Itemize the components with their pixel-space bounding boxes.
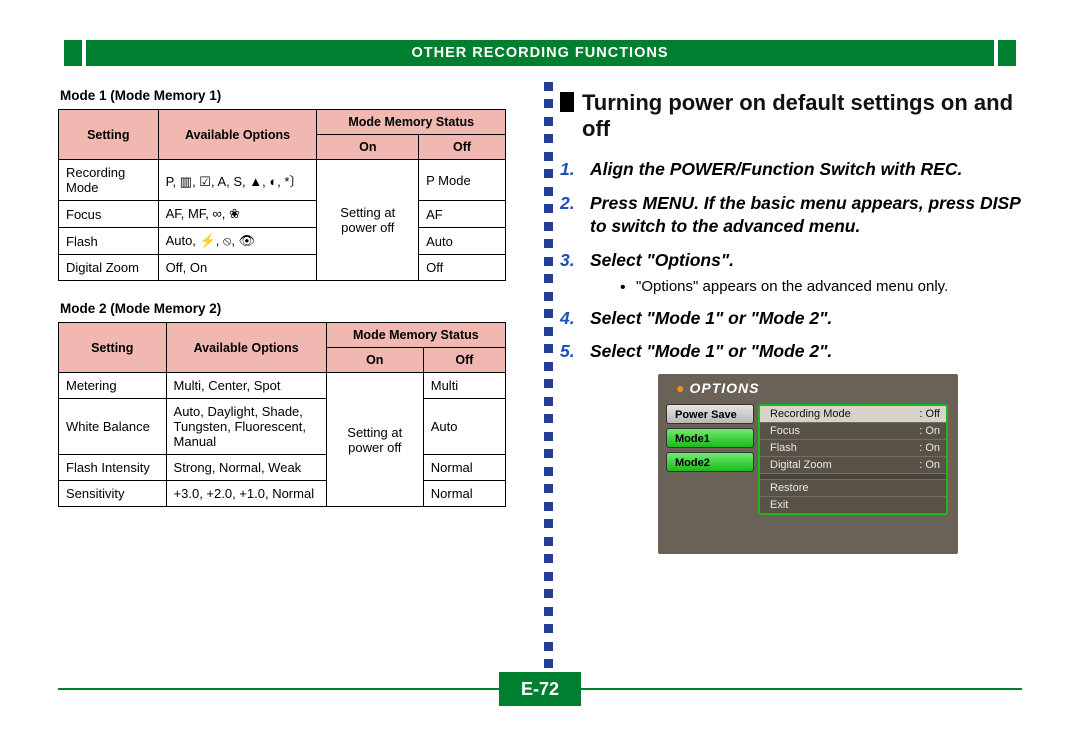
table-mode2: Setting Available Options Mode Memory St… [58, 322, 506, 507]
table-row: Metering Multi, Center, Spot Setting at … [59, 373, 506, 399]
screenshot-title: ●OPTIONS [676, 380, 759, 396]
table-row: Recording Mode P, ▥, ☑, A, S, ▲, ◐, *〕 S… [59, 160, 506, 201]
step-item: Select "Mode 1" or "Mode 2". [560, 340, 1022, 364]
page-number: E-72 [499, 672, 581, 706]
header-bar: OTHER RECORDING FUNCTIONS [64, 40, 1016, 66]
th-off: Off [419, 135, 506, 160]
th-on: On [326, 348, 423, 373]
th-options: Available Options [158, 110, 317, 160]
footer-rule-left [58, 688, 510, 690]
th-on: On [317, 135, 419, 160]
table-row: White Balance Auto, Daylight, Shade, Tun… [59, 399, 506, 455]
panel-row: Digital Zoom : On [760, 457, 946, 474]
manual-page: OTHER RECORDING FUNCTIONS Mode 1 (Mode M… [0, 0, 1080, 730]
table-row: Sensitivity +3.0, +2.0, +1.0, Normal Nor… [59, 481, 506, 507]
step-item: Select "Mode 1" or "Mode 2". [560, 307, 1022, 331]
table2-caption: Mode 2 (Mode Memory 2) [60, 301, 518, 316]
panel-row: Flash : On [760, 440, 946, 457]
step-text: Select "Mode 1" or "Mode 2". [590, 308, 832, 328]
on-merged-cell: Setting at power off [317, 160, 419, 281]
screenshot-panel: Recording Mode : Off Focus : On Flash : … [758, 404, 948, 515]
header-title: OTHER RECORDING FUNCTIONS [86, 40, 994, 66]
step-item: Align the POWER/Function Switch with REC… [560, 158, 1022, 182]
table1-caption: Mode 1 (Mode Memory 1) [60, 88, 518, 103]
step-text: Select "Options". [590, 250, 734, 270]
th-setting: Setting [59, 323, 167, 373]
step-sublist: "Options" appears on the advanced menu o… [620, 277, 1022, 297]
step-item: Select "Options". "Options" appears on t… [560, 249, 1022, 297]
panel-row: Focus : On [760, 423, 946, 440]
th-setting: Setting [59, 110, 159, 160]
th-off: Off [423, 348, 505, 373]
header-accent-right [998, 40, 1016, 66]
left-column: Mode 1 (Mode Memory 1) Setting Available… [58, 88, 518, 656]
content-columns: Mode 1 (Mode Memory 1) Setting Available… [58, 88, 1022, 656]
table-row: Digital Zoom Off, On Off [59, 255, 506, 281]
tab-mode2: Mode2 [666, 452, 754, 472]
step-text: Align the POWER/Function Switch with REC… [590, 159, 962, 179]
table-mode1: Setting Available Options Mode Memory St… [58, 109, 506, 281]
column-divider [544, 82, 554, 668]
th-status: Mode Memory Status [326, 323, 505, 348]
on-merged-cell: Setting at power off [326, 373, 423, 507]
th-status: Mode Memory Status [317, 110, 506, 135]
right-column: Turning power on default settings on and… [518, 88, 1022, 656]
step-text: Press MENU. If the basic menu appears, p… [590, 193, 1020, 237]
screenshot-tabs: Power Save Mode1 Mode2 [666, 404, 754, 476]
header-accent-left [64, 40, 82, 66]
section-title: Turning power on default settings on and… [560, 90, 1022, 142]
table-row: Flash Auto, ⚡, ⦸, 👁 Auto [59, 228, 506, 255]
steps-list: Align the POWER/Function Switch with REC… [560, 158, 1022, 364]
step-item: Press MENU. If the basic menu appears, p… [560, 192, 1022, 239]
camera-screenshot: ●OPTIONS Power Save Mode1 Mode2 Recordin… [658, 374, 958, 554]
th-options: Available Options [166, 323, 326, 373]
tab-power-save: Power Save [666, 404, 754, 424]
table-row: Flash Intensity Strong, Normal, Weak Nor… [59, 455, 506, 481]
table-row: Focus AF, MF, ∞, ❀ AF [59, 201, 506, 228]
panel-row: Recording Mode : Off [760, 406, 946, 423]
step-subitem: "Options" appears on the advanced menu o… [620, 277, 1022, 297]
step-text: Select "Mode 1" or "Mode 2". [590, 341, 832, 361]
panel-row-exit: Exit [760, 497, 946, 513]
tab-mode1: Mode1 [666, 428, 754, 448]
footer-rule-right [570, 688, 1022, 690]
panel-row-restore: Restore [760, 480, 946, 497]
